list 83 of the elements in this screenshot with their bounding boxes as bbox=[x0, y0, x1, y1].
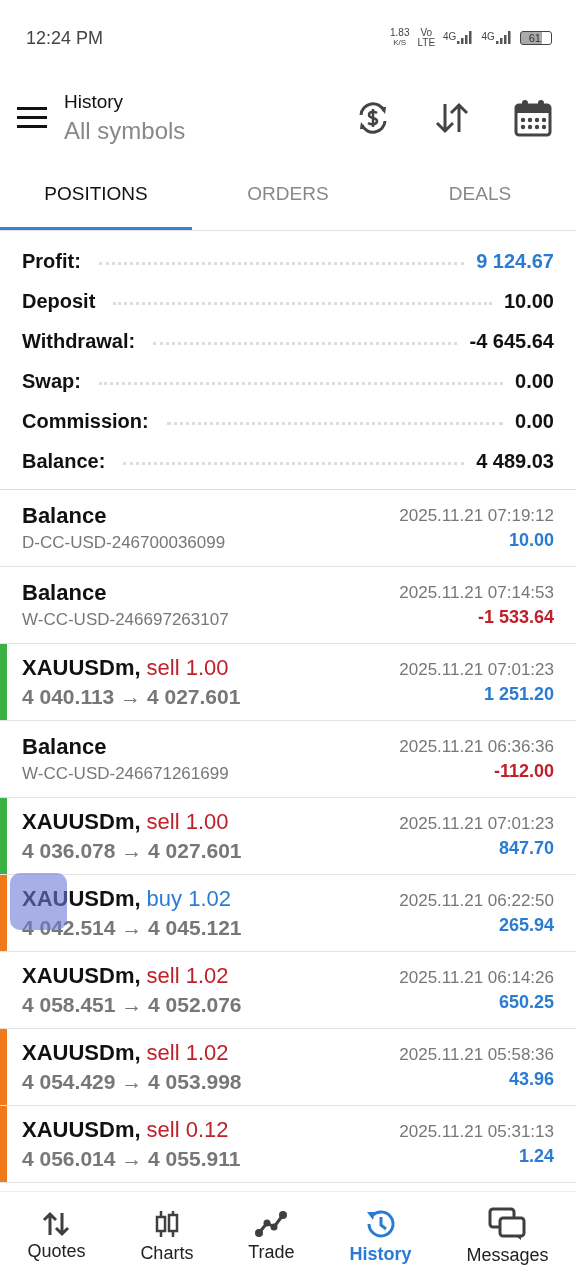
entry-symbol: XAUUSDm, bbox=[22, 809, 141, 835]
history-entry[interactable]: XAUUSDm, sell 1.00 4 036.078 → 4 027.601 2025.11.21 07:01:23 847.70 bbox=[0, 798, 576, 875]
entry-title: Balance bbox=[22, 503, 108, 529]
order-type: sell 1.00 bbox=[146, 809, 229, 835]
summary-value: -4 645.64 bbox=[469, 329, 554, 353]
entry-time: 2025.11.21 06:22:50 bbox=[399, 890, 554, 911]
summary-label: Withdrawal: bbox=[22, 329, 136, 353]
entry-amount: -112.00 bbox=[493, 760, 554, 782]
line-chart-icon bbox=[254, 1209, 289, 1238]
entry-prices: 4 036.078 → 4 027.601 bbox=[22, 839, 242, 863]
sort-icon[interactable] bbox=[434, 101, 470, 135]
order-type: buy 1.02 bbox=[146, 886, 231, 912]
tab[interactable]: ORDERS bbox=[192, 160, 384, 230]
entry-amount: 1.24 bbox=[518, 1145, 554, 1167]
nav-item[interactable]: Trade bbox=[244, 1209, 299, 1263]
history-entry[interactable]: XAUUSDm, sell 0.12 4 056.014 → 4 055.911 2025.11.21 05:31:13 1.24 bbox=[0, 1106, 576, 1183]
battery-indicator: 61 bbox=[519, 31, 552, 45]
screen-title: History bbox=[64, 91, 125, 113]
history-entry[interactable]: XAUUSDm, sell 1.02 4 058.451 → 4 052.076 2025.11.21 06:14:26 650.25 bbox=[0, 952, 576, 1029]
history-entry[interactable]: XAUUSDm, sell 1.02 4 054.429 → 4 053.998 2025.11.21 05:58:36 43.96 bbox=[0, 1029, 576, 1106]
entry-prices: 4 058.451 → 4 052.076 bbox=[22, 993, 242, 1017]
signal-indicator: 4G bbox=[481, 31, 512, 45]
tab[interactable]: DEALS bbox=[384, 160, 576, 230]
entry-time: 2025.11.21 07:01:23 bbox=[399, 659, 554, 680]
entry-prices: 4 040.113 → 4 027.601 bbox=[22, 685, 241, 709]
entry-time: 2025.11.21 06:14:26 bbox=[399, 967, 554, 988]
summary-label: Swap: bbox=[22, 369, 81, 393]
arrows-icon bbox=[42, 1210, 71, 1237]
status-time: 12:24 PM bbox=[26, 27, 104, 49]
entry-time: 2025.11.21 06:36:36 bbox=[399, 736, 554, 757]
chat-icon bbox=[488, 1206, 527, 1241]
entry-symbol: XAUUSDm, bbox=[22, 1040, 141, 1066]
summary-value: 9 124.67 bbox=[476, 249, 554, 273]
summary-label: Commission: bbox=[22, 409, 149, 433]
entry-title: Balance bbox=[22, 734, 108, 760]
entry-time: 2025.11.21 07:14:53 bbox=[399, 582, 554, 603]
entry-amount: 847.70 bbox=[498, 837, 554, 859]
summary-value: 0.00 bbox=[515, 369, 554, 393]
history-entry[interactable]: Balance W-CC-USD-246671261699 2025.11.21 06:36:36 -112.00 bbox=[0, 721, 576, 798]
summary-label: Balance: bbox=[22, 449, 106, 473]
nav-item[interactable]: Charts bbox=[136, 1208, 198, 1264]
entry-symbol: XAUUSDm, bbox=[22, 963, 141, 989]
entry-amount: 650.25 bbox=[498, 991, 554, 1013]
summary-value: 10.00 bbox=[503, 289, 554, 313]
entry-prices: 4 056.014 → 4 055.911 bbox=[22, 1147, 241, 1171]
entry-amount: -1 533.64 bbox=[477, 606, 554, 628]
tab[interactable]: POSITIONS bbox=[0, 160, 192, 230]
entry-symbol: XAUUSDm, bbox=[22, 655, 141, 681]
history-entry[interactable]: Balance W-CC-USD-246697263107 2025.11.21 07:14:53 -1 533.64 bbox=[0, 567, 576, 644]
order-type: sell 0.12 bbox=[146, 1117, 229, 1143]
entry-time: 2025.11.21 07:01:23 bbox=[399, 813, 554, 834]
signal-indicator: 4G bbox=[443, 31, 474, 45]
entry-time: 2025.11.21 05:58:36 bbox=[399, 1044, 554, 1065]
entry-time: 2025.11.21 07:19:12 bbox=[399, 505, 554, 526]
network-speed: 1.83 K/S bbox=[390, 28, 410, 48]
entry-detail: D-CC-USD-246700036099 bbox=[22, 533, 226, 553]
menu-icon[interactable] bbox=[17, 107, 47, 129]
entry-amount: 10.00 bbox=[508, 529, 554, 551]
order-type: sell 1.02 bbox=[146, 963, 229, 989]
order-type: sell 1.02 bbox=[146, 1040, 229, 1066]
symbol-filter[interactable]: All symbols bbox=[64, 117, 356, 145]
entry-amount: 43.96 bbox=[508, 1068, 554, 1090]
entry-detail: W-CC-USD-246671261699 bbox=[22, 764, 229, 784]
entry-prices: 4 054.429 → 4 053.998 bbox=[22, 1070, 242, 1094]
nav-item[interactable]: Quotes bbox=[23, 1210, 90, 1262]
summary-label: Profit: bbox=[22, 249, 81, 273]
nav-item[interactable]: Messages bbox=[462, 1206, 553, 1266]
history-entry[interactable]: Balance D-CC-USD-246700036099 2025.11.21 07:19:12 10.00 bbox=[0, 490, 576, 567]
summary-value: 4 489.03 bbox=[476, 449, 554, 473]
summary-label: Deposit bbox=[22, 289, 96, 313]
entry-detail: W-CC-USD-246697263107 bbox=[22, 610, 229, 630]
entry-amount: 265.94 bbox=[498, 914, 554, 936]
entry-time: 2025.11.21 05:31:13 bbox=[399, 1121, 554, 1142]
volte-indicator: Vo LTE bbox=[417, 28, 436, 48]
summary-value: 0.00 bbox=[515, 409, 554, 433]
entry-title: Balance bbox=[22, 580, 108, 606]
entry-symbol: XAUUSDm, bbox=[22, 886, 141, 912]
nav-item[interactable]: History bbox=[345, 1207, 416, 1265]
calendar-icon[interactable] bbox=[514, 99, 552, 137]
order-type: sell 1.00 bbox=[146, 655, 229, 681]
entry-amount: 1 251.20 bbox=[483, 683, 554, 705]
history-entry[interactable]: XAUUSDm, sell 1.00 4 040.113 → 4 027.601 2025.11.21 07:01:23 1 251.20 bbox=[0, 644, 576, 721]
entry-symbol: XAUUSDm, bbox=[22, 1117, 141, 1143]
